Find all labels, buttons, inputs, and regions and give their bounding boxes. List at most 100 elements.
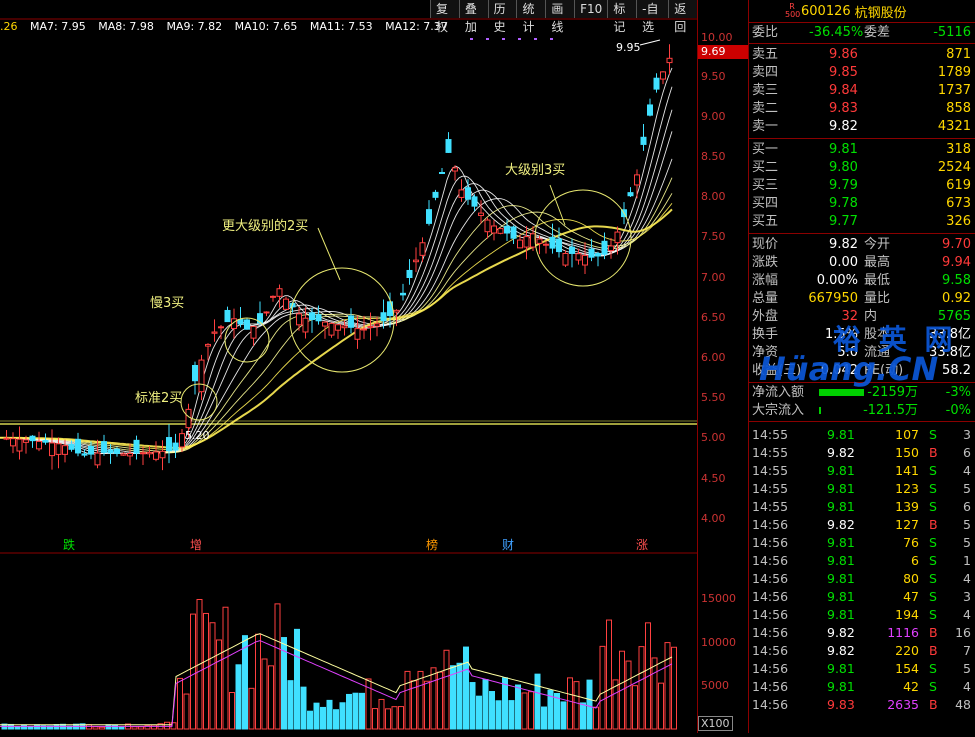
ask-level-row[interactable]: 卖三 9.84 1737 xyxy=(749,82,975,100)
flow-block: 净流入额 -2159万 -3% 大宗流入 -121.5万 -0% xyxy=(749,383,975,422)
kline-chart[interactable]: 标准2买 慢3买 更大级别的2买 大级别3买 9.95 5.20 跌 增 榜 财 涨 xyxy=(0,0,697,733)
ask-level-row[interactable]: 卖四 9.85 1789 xyxy=(749,64,975,82)
stats-row: 涨跌 0.00 最高 9.94 xyxy=(749,254,975,272)
stat-value: 9.94 xyxy=(942,255,971,270)
level-label: 买二 xyxy=(752,160,779,175)
trade-price: 9.81 xyxy=(827,679,855,694)
volume-bar xyxy=(242,635,248,730)
volume-bar xyxy=(580,702,586,730)
trade-row: 14:56 9.81 194 S 4 xyxy=(749,606,975,624)
level-price: 9.77 xyxy=(829,214,858,229)
stat-value: 5.0 xyxy=(837,345,858,360)
low-price-mark: 5.20 xyxy=(185,429,210,442)
bid-level-row[interactable]: 买五 9.77 326 xyxy=(749,213,975,231)
event-label: 增 xyxy=(190,538,202,552)
trade-time: 14:55 xyxy=(752,463,789,478)
price-tick: 6.00 xyxy=(701,351,726,364)
candle-body xyxy=(432,191,439,198)
volume-bar xyxy=(300,686,307,730)
toolbar-stats-button[interactable]: 统计 xyxy=(516,0,546,34)
ask-level-row[interactable]: 卖二 9.83 858 xyxy=(749,100,975,118)
candle-body xyxy=(159,450,166,459)
candle-body xyxy=(42,440,49,443)
candle-body xyxy=(10,438,16,447)
price-tick: 5.00 xyxy=(701,431,726,444)
level-volume: 1789 xyxy=(937,65,971,80)
volume-bar xyxy=(313,702,320,730)
stock-name[interactable]: 杭钢股份 xyxy=(855,2,907,21)
trade-side: B xyxy=(929,517,938,532)
volume-bar xyxy=(625,660,632,730)
trade-price: 9.81 xyxy=(827,661,855,676)
volume-bar xyxy=(14,726,21,730)
stat-value: 0.00% xyxy=(816,273,858,288)
stock-code: 600126 xyxy=(801,3,851,19)
stats-row: 净资 5.0 流通 33.8亿 xyxy=(749,344,975,362)
trade-time: 14:56 xyxy=(752,517,789,532)
candle-body xyxy=(491,225,497,234)
candle-body xyxy=(634,174,640,186)
trade-volume: 220 xyxy=(895,643,919,658)
volume-bar xyxy=(307,710,313,730)
volume-bar xyxy=(21,724,27,730)
stat-label: 总量 xyxy=(752,291,779,306)
price-tick: 8.50 xyxy=(701,150,726,163)
trade-volume: 107 xyxy=(895,427,919,442)
stat-label: 内 xyxy=(864,309,878,324)
volume-bar xyxy=(404,670,411,730)
kline-chart-pane[interactable]: 标准2买 慢3买 更大级别的2买 大级别3买 9.95 5.20 跌 增 榜 财 涨 .26 MA7… xyxy=(0,0,698,733)
volume-bar xyxy=(320,706,326,730)
stat-label: 量比 xyxy=(864,291,891,306)
toolbar-f10-button[interactable]: F10 xyxy=(574,0,608,18)
trade-volume: 154 xyxy=(895,661,919,676)
trade-side: S xyxy=(929,463,937,478)
bid-level-row[interactable]: 买二 9.80 2524 xyxy=(749,159,975,177)
trade-row: 14:55 9.81 123 S 5 xyxy=(749,480,975,498)
level-label: 卖二 xyxy=(752,101,779,116)
toolbar-fuquan-button[interactable]: 复权 xyxy=(430,0,459,34)
bid-level-row[interactable]: 买一 9.81 318 xyxy=(749,141,975,159)
trade-row: 14:56 9.81 154 S 5 xyxy=(749,660,975,678)
toolbar-overlay-button[interactable]: 叠加 xyxy=(458,0,488,34)
stat-label: 涨跌 xyxy=(752,255,779,270)
candle-body xyxy=(23,439,29,443)
signal-marker xyxy=(502,38,505,40)
level-label: 卖三 xyxy=(752,83,779,98)
trade-price: 9.81 xyxy=(827,481,855,496)
candle-body xyxy=(244,319,250,330)
ask-level-row[interactable]: 卖五 9.86 871 xyxy=(749,46,975,64)
toolbar-watchlist-button[interactable]: -自选 xyxy=(636,0,669,34)
toolbar-mark-button[interactable]: 标记 xyxy=(607,0,637,34)
stat-label: 最低 xyxy=(864,273,891,288)
bid-level-row[interactable]: 买三 9.79 619 xyxy=(749,177,975,195)
trade-volume: 6 xyxy=(911,553,919,568)
toolbar-history-button[interactable]: 历史 xyxy=(487,0,517,34)
trade-price: 9.81 xyxy=(827,607,855,622)
candle-body xyxy=(627,192,634,197)
volume-bar xyxy=(190,613,196,730)
toolbar-draw-button[interactable]: 画线 xyxy=(545,0,575,34)
candle-body xyxy=(575,253,582,261)
volume-bar xyxy=(333,709,339,730)
trade-row: 14:56 9.81 6 S 1 xyxy=(749,552,975,570)
toolbar-back-button[interactable]: 返回 xyxy=(668,0,698,34)
trade-row: 14:55 9.81 139 S 6 xyxy=(749,498,975,516)
candle-body xyxy=(179,433,185,448)
bid-level-row[interactable]: 买四 9.78 673 xyxy=(749,195,975,213)
trade-volume: 150 xyxy=(895,445,919,460)
candle-body xyxy=(166,437,172,452)
candle-body xyxy=(393,309,400,313)
level-price: 9.83 xyxy=(829,101,858,116)
level-volume: 858 xyxy=(946,101,971,116)
candle-body xyxy=(517,239,523,249)
level-price: 9.79 xyxy=(829,178,858,193)
trade-time: 14:55 xyxy=(752,427,789,442)
flow-bar xyxy=(819,407,821,414)
ask-level-row[interactable]: 卖一 9.82 4321 xyxy=(749,118,975,136)
chart-toolbar: 复权 叠加 历史 统计 画线 F10 标记 -自选 返回 xyxy=(430,0,698,34)
volume-bar xyxy=(606,619,612,730)
event-label: 跌 xyxy=(63,537,75,552)
level-price: 9.81 xyxy=(829,142,858,157)
volume-bar xyxy=(671,646,677,730)
candle-body xyxy=(140,452,146,455)
